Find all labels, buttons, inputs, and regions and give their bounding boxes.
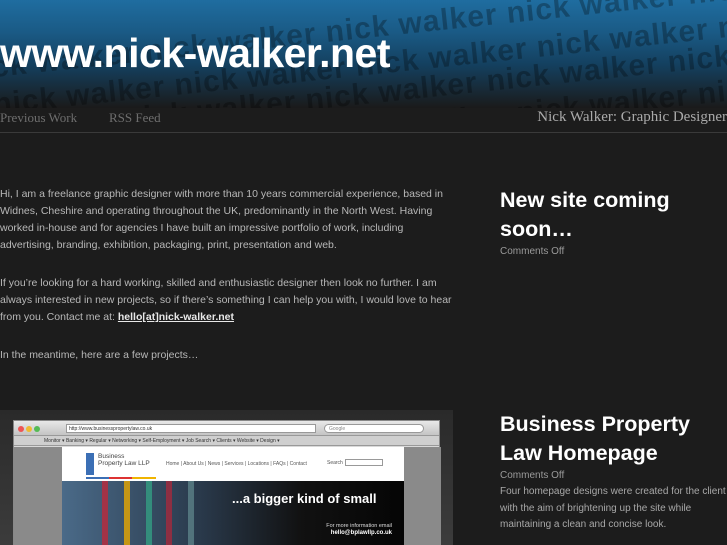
browser-url-bar: http://www.businesspropertylaw.co.uk (66, 424, 316, 433)
close-icon (18, 426, 24, 432)
maximize-icon (34, 426, 40, 432)
minimize-icon (26, 426, 32, 432)
client-site-search: Search (327, 459, 383, 466)
intro-text: Hi, I am a freelance graphic designer wi… (0, 186, 452, 385)
hero-stripe (188, 481, 194, 545)
client-logo-underline (86, 477, 156, 479)
browser-window: http://www.businesspropertylaw.co.uk Goo… (13, 420, 441, 545)
client-hero-text: ...a bigger kind of small (232, 491, 377, 506)
nav-rss-feed[interactable]: RSS Feed (109, 110, 161, 126)
nav-previous-work[interactable]: Previous Work (0, 110, 77, 126)
post-title[interactable]: Business Property Law Homepage (500, 410, 727, 468)
hero-stripe (102, 481, 108, 545)
hero-stripe (146, 481, 152, 545)
site-tagline: Nick Walker: Graphic Designer (537, 109, 727, 125)
hero-stripe (166, 481, 172, 545)
browser-bookmarks-bar: Monitor ▾ Banking ▾ Regular ▾ Networking… (14, 436, 439, 446)
email-link[interactable]: hello[at]nick-walker.net (118, 311, 234, 323)
intro-paragraph: Hi, I am a freelance graphic designer wi… (0, 188, 443, 251)
client-site-mockup: Business Property Law LLP Home | About U… (62, 447, 404, 545)
browser-page: Business Property Law LLP Home | About U… (14, 447, 441, 545)
main-nav: Previous Work RSS Feed Nick Walker: Grap… (0, 108, 727, 133)
client-logo-line: Business (98, 453, 125, 460)
hero-stripe (124, 481, 130, 545)
post-business-property-law: Business Property Law Homepage Comments … (500, 410, 727, 534)
post-new-site: New site coming soon… Comments Off (500, 186, 727, 260)
client-search-box (344, 459, 383, 466)
post-excerpt: Four homepage designs were created for t… (500, 486, 726, 530)
browser-toolbar: http://www.businesspropertylaw.co.uk Goo… (14, 421, 439, 436)
post-title[interactable]: New site coming soon… (500, 186, 727, 244)
client-logo-mark (86, 453, 94, 475)
post-comments: Comments Off (500, 246, 565, 257)
client-hero-info: For more information email (326, 523, 392, 529)
intro-paragraph: If you’re looking for a hard working, sk… (0, 275, 452, 326)
client-search-label: Search (327, 459, 343, 466)
client-site-nav: Home | About Us | News | Services | Loca… (166, 461, 307, 467)
client-logo-text: Business Property Law LLP (98, 453, 150, 467)
client-hero-banner: ...a bigger kind of small For more infor… (62, 481, 404, 545)
site-title[interactable]: www.nick-walker.net (0, 30, 391, 77)
post-comments: Comments Off (500, 470, 565, 481)
client-logo-line: Property Law LLP (98, 460, 150, 467)
project-screenshot[interactable]: http://www.businesspropertylaw.co.uk Goo… (0, 410, 453, 545)
intro-paragraph: In the meantime, here are a few projects… (0, 349, 199, 361)
browser-search-field: Google (324, 424, 424, 433)
site-header: nick walker nick walker nick walker nick… (0, 0, 727, 108)
client-hero-email: hello@bplawllp.co.uk (330, 530, 392, 536)
